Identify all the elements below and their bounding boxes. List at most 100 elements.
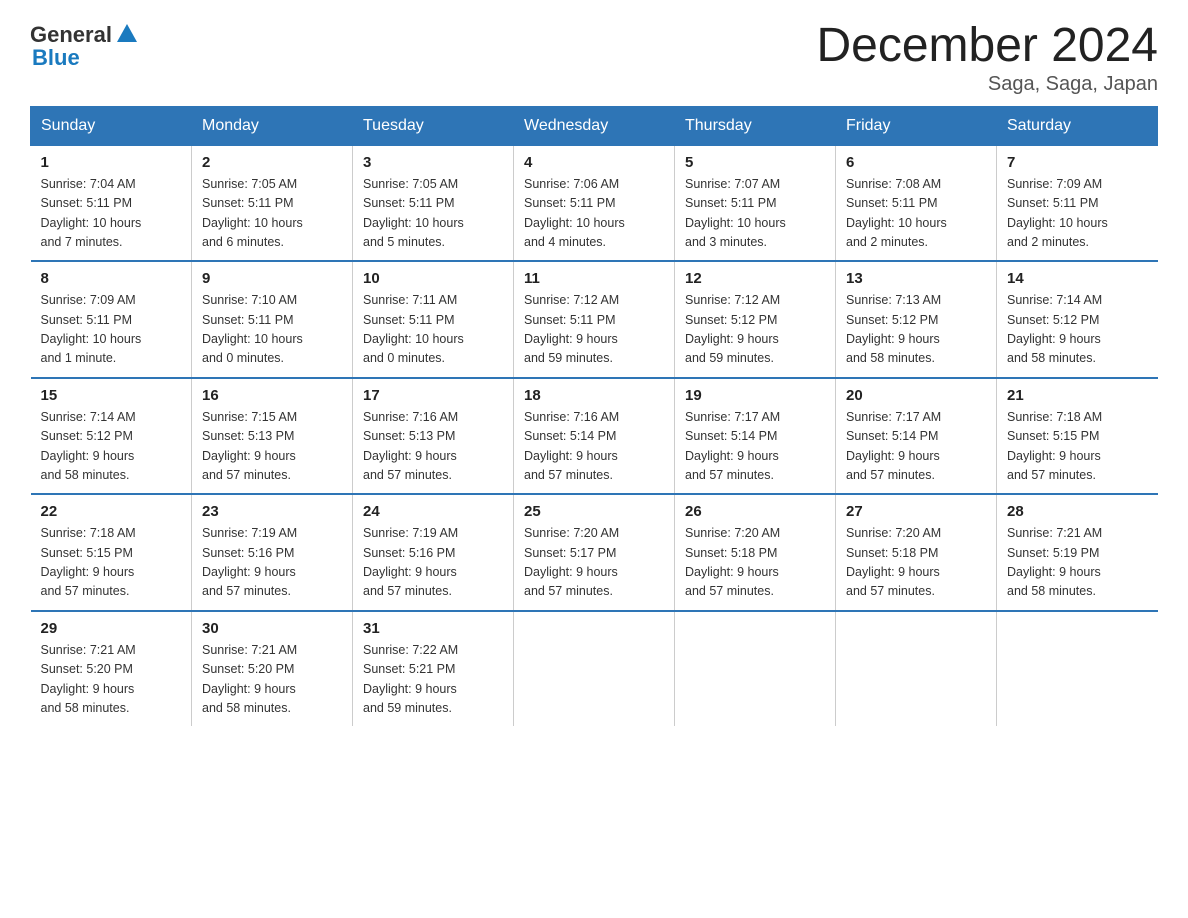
day-number: 27 (846, 503, 986, 520)
day-info: Sunrise: 7:19 AMSunset: 5:16 PMDaylight:… (202, 524, 342, 602)
day-of-week-header: Saturday (997, 106, 1158, 145)
day-number: 26 (685, 503, 825, 520)
calendar-cell (675, 611, 836, 727)
calendar-cell: 31 Sunrise: 7:22 AMSunset: 5:21 PMDayligh… (353, 611, 514, 727)
day-number: 9 (202, 270, 342, 287)
calendar-cell: 10 Sunrise: 7:11 AMSunset: 5:11 PMDayligh… (353, 261, 514, 378)
day-number: 13 (846, 270, 986, 287)
calendar-cell: 11Sunrise: 7:12 AMSunset: 5:11 PMDayligh… (514, 261, 675, 378)
logo-triangle-icon (116, 22, 138, 44)
day-number: 1 (41, 154, 182, 171)
calendar-cell: 5Sunrise: 7:07 AMSunset: 5:11 PMDaylight… (675, 145, 836, 261)
calendar-cell: 12 Sunrise: 7:12 AMSunset: 5:12 PMDayligh… (675, 261, 836, 378)
day-info: Sunrise: 7:22 AMSunset: 5:21 PMDaylight:… (363, 641, 503, 719)
calendar-cell: 22Sunrise: 7:18 AMSunset: 5:15 PMDayligh… (31, 494, 192, 611)
day-number: 3 (363, 154, 503, 171)
day-number: 20 (846, 387, 986, 404)
calendar-cell: 3Sunrise: 7:05 AMSunset: 5:11 PMDaylight… (353, 145, 514, 261)
day-number: 4 (524, 154, 664, 171)
day-of-week-header: Tuesday (353, 106, 514, 145)
calendar-week-row: 1Sunrise: 7:04 AMSunset: 5:11 PMDaylight… (31, 145, 1158, 261)
calendar-cell: 29 Sunrise: 7:21 AMSunset: 5:20 PMDayligh… (31, 611, 192, 727)
calendar-week-row: 8Sunrise: 7:09 AMSunset: 5:11 PMDaylight… (31, 261, 1158, 378)
day-number: 15 (41, 387, 182, 404)
day-number: 22 (41, 503, 182, 520)
calendar-cell (836, 611, 997, 727)
calendar-cell: 17Sunrise: 7:16 AMSunset: 5:13 PMDayligh… (353, 378, 514, 495)
day-number: 28 (1007, 503, 1148, 520)
calendar-cell: 1Sunrise: 7:04 AMSunset: 5:11 PMDaylight… (31, 145, 192, 261)
day-info: Sunrise: 7:21 AMSunset: 5:20 PMDaylight:… (202, 641, 342, 719)
calendar-cell: 18 Sunrise: 7:16 AMSunset: 5:14 PMDayligh… (514, 378, 675, 495)
day-of-week-header: Sunday (31, 106, 192, 145)
day-of-week-header: Thursday (675, 106, 836, 145)
day-info: Sunrise: 7:14 AMSunset: 5:12 PMDaylight:… (41, 408, 182, 486)
days-header-row: SundayMondayTuesdayWednesdayThursdayFrid… (31, 106, 1158, 145)
day-info: Sunrise: 7:12 AMSunset: 5:12 PMDaylight:… (685, 291, 825, 369)
day-number: 17 (363, 387, 503, 404)
page-header: General Blue December 2024 Saga, Saga, J… (30, 20, 1158, 96)
calendar-cell: 20 Sunrise: 7:17 AMSunset: 5:14 PMDayligh… (836, 378, 997, 495)
calendar-title: December 2024 (816, 20, 1158, 73)
calendar-week-row: 29 Sunrise: 7:21 AMSunset: 5:20 PMDayligh… (31, 611, 1158, 727)
calendar-cell (997, 611, 1158, 727)
day-info: Sunrise: 7:20 AMSunset: 5:18 PMDaylight:… (685, 524, 825, 602)
day-number: 12 (685, 270, 825, 287)
day-info: Sunrise: 7:16 AMSunset: 5:14 PMDaylight:… (524, 408, 664, 486)
day-info: Sunrise: 7:17 AMSunset: 5:14 PMDaylight:… (846, 408, 986, 486)
day-info: Sunrise: 7:21 AMSunset: 5:20 PMDaylight:… (41, 641, 182, 719)
calendar-cell: 15 Sunrise: 7:14 AMSunset: 5:12 PMDayligh… (31, 378, 192, 495)
day-info: Sunrise: 7:18 AMSunset: 5:15 PMDaylight:… (1007, 408, 1148, 486)
day-number: 10 (363, 270, 503, 287)
day-number: 14 (1007, 270, 1148, 287)
day-number: 29 (41, 620, 182, 637)
day-info: Sunrise: 7:17 AMSunset: 5:14 PMDaylight:… (685, 408, 825, 486)
calendar-cell: 2 Sunrise: 7:05 AMSunset: 5:11 PMDaylight… (192, 145, 353, 261)
day-info: Sunrise: 7:20 AMSunset: 5:18 PMDaylight:… (846, 524, 986, 602)
day-number: 16 (202, 387, 342, 404)
day-info: Sunrise: 7:12 AMSunset: 5:11 PMDaylight:… (524, 291, 664, 369)
title-area: December 2024 Saga, Saga, Japan (816, 20, 1158, 96)
day-of-week-header: Wednesday (514, 106, 675, 145)
calendar-cell: 26 Sunrise: 7:20 AMSunset: 5:18 PMDayligh… (675, 494, 836, 611)
day-info: Sunrise: 7:10 AMSunset: 5:11 PMDaylight:… (202, 291, 342, 369)
day-info: Sunrise: 7:09 AMSunset: 5:11 PMDaylight:… (41, 291, 182, 369)
calendar-cell: 25 Sunrise: 7:20 AMSunset: 5:17 PMDayligh… (514, 494, 675, 611)
calendar-cell: 19 Sunrise: 7:17 AMSunset: 5:14 PMDayligh… (675, 378, 836, 495)
day-number: 7 (1007, 154, 1148, 171)
calendar-cell: 14Sunrise: 7:14 AMSunset: 5:12 PMDayligh… (997, 261, 1158, 378)
calendar-cell: 21 Sunrise: 7:18 AMSunset: 5:15 PMDayligh… (997, 378, 1158, 495)
day-info: Sunrise: 7:15 AMSunset: 5:13 PMDaylight:… (202, 408, 342, 486)
day-info: Sunrise: 7:09 AMSunset: 5:11 PMDaylight:… (1007, 175, 1148, 253)
day-number: 24 (363, 503, 503, 520)
day-info: Sunrise: 7:20 AMSunset: 5:17 PMDaylight:… (524, 524, 664, 602)
day-info: Sunrise: 7:19 AMSunset: 5:16 PMDaylight:… (363, 524, 503, 602)
calendar-cell: 30Sunrise: 7:21 AMSunset: 5:20 PMDayligh… (192, 611, 353, 727)
calendar-cell: 4 Sunrise: 7:06 AMSunset: 5:11 PMDaylight… (514, 145, 675, 261)
day-info: Sunrise: 7:05 AMSunset: 5:11 PMDaylight:… (202, 175, 342, 253)
day-number: 25 (524, 503, 664, 520)
calendar-week-row: 15 Sunrise: 7:14 AMSunset: 5:12 PMDayligh… (31, 378, 1158, 495)
day-of-week-header: Monday (192, 106, 353, 145)
day-info: Sunrise: 7:08 AMSunset: 5:11 PMDaylight:… (846, 175, 986, 253)
day-info: Sunrise: 7:21 AMSunset: 5:19 PMDaylight:… (1007, 524, 1148, 602)
calendar-table: SundayMondayTuesdayWednesdayThursdayFrid… (30, 106, 1158, 727)
calendar-cell: 9 Sunrise: 7:10 AMSunset: 5:11 PMDaylight… (192, 261, 353, 378)
day-of-week-header: Friday (836, 106, 997, 145)
calendar-cell: 23Sunrise: 7:19 AMSunset: 5:16 PMDayligh… (192, 494, 353, 611)
day-info: Sunrise: 7:06 AMSunset: 5:11 PMDaylight:… (524, 175, 664, 253)
logo-general-text: General (30, 22, 112, 48)
calendar-cell: 28 Sunrise: 7:21 AMSunset: 5:19 PMDayligh… (997, 494, 1158, 611)
calendar-cell: 13Sunrise: 7:13 AMSunset: 5:12 PMDayligh… (836, 261, 997, 378)
day-number: 2 (202, 154, 342, 171)
calendar-week-row: 22Sunrise: 7:18 AMSunset: 5:15 PMDayligh… (31, 494, 1158, 611)
calendar-cell: 24 Sunrise: 7:19 AMSunset: 5:16 PMDayligh… (353, 494, 514, 611)
day-info: Sunrise: 7:11 AMSunset: 5:11 PMDaylight:… (363, 291, 503, 369)
day-number: 21 (1007, 387, 1148, 404)
day-number: 6 (846, 154, 986, 171)
day-number: 5 (685, 154, 825, 171)
day-number: 19 (685, 387, 825, 404)
day-number: 31 (363, 620, 503, 637)
calendar-subtitle: Saga, Saga, Japan (816, 73, 1158, 96)
day-number: 18 (524, 387, 664, 404)
